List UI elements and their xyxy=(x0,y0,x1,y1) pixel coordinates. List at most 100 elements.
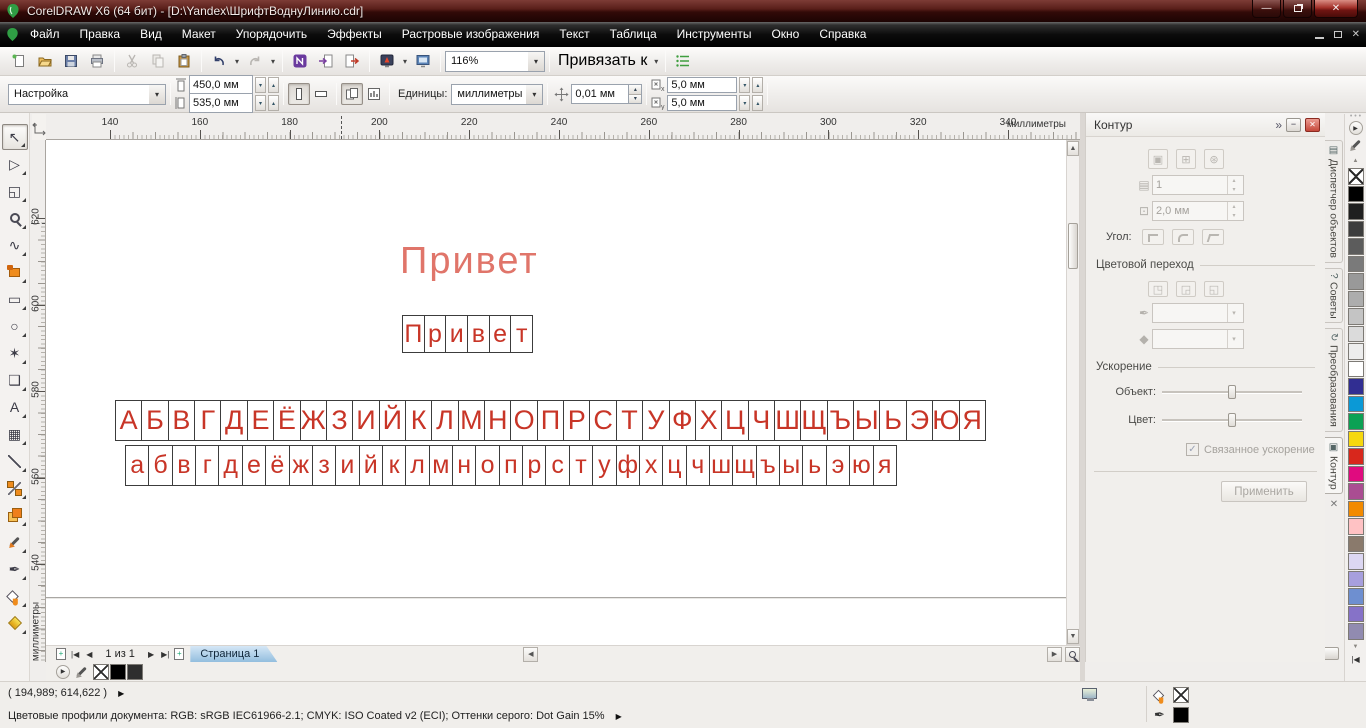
scroll-right-button[interactable]: ▶ xyxy=(1047,646,1062,662)
palette-eyedropper-icon[interactable] xyxy=(1350,139,1361,151)
letter-cell[interactable]: Е xyxy=(248,401,275,440)
slider-thumb[interactable] xyxy=(1228,413,1236,427)
fill-tool[interactable] xyxy=(2,583,28,609)
horizontal-ruler[interactable]: миллиметры 140 160 180 200 220 240 260 280 300 32… xyxy=(46,114,1082,140)
scroll-left-button[interactable]: ◀ xyxy=(523,646,539,662)
mdi-close-icon[interactable]: ✕ xyxy=(1352,29,1360,40)
color-swatch[interactable] xyxy=(1347,518,1364,535)
options-button[interactable] xyxy=(670,49,696,73)
palette-scroll-up-button[interactable]: ▲ xyxy=(1348,155,1364,166)
drawing-canvas[interactable]: Привет Привет АБВГДЕЁЖЗИЙКЛМНОПРСТУФХЦЧШ… xyxy=(46,140,1066,645)
letter-cell[interactable]: ф xyxy=(617,446,640,485)
letter-cell[interactable]: О xyxy=(511,401,538,440)
portrait-button[interactable] xyxy=(288,83,310,105)
letter-cell[interactable]: Ё xyxy=(274,401,301,440)
color-swatch[interactable] xyxy=(1347,238,1364,255)
crop-tool[interactable]: ◱ xyxy=(2,178,28,204)
letter-cell[interactable]: в xyxy=(468,316,490,352)
color-swatch[interactable] xyxy=(1347,325,1364,342)
letter-cell[interactable]: к xyxy=(383,446,407,485)
dup-x-up-icon[interactable]: ▴ xyxy=(752,77,764,93)
letter-cell[interactable]: Б xyxy=(142,401,169,440)
ruler-origin-corner[interactable] xyxy=(32,114,46,140)
color-swatch[interactable] xyxy=(1347,570,1364,587)
contour-inside-button[interactable]: ⊞ xyxy=(1176,149,1196,169)
previous-page-button[interactable]: ◀ xyxy=(84,650,94,659)
basic-shapes-tool[interactable]: ❑ xyxy=(2,367,28,393)
vertical-scroll-thumb[interactable] xyxy=(1068,223,1078,269)
letter-cell[interactable]: Щ xyxy=(801,401,828,440)
docker-close-button[interactable]: ✕ xyxy=(1305,117,1320,132)
letter-cell[interactable]: В xyxy=(169,401,196,440)
clockwise-blend-button[interactable]: ◲ xyxy=(1176,281,1196,297)
letter-cell[interactable]: Я xyxy=(960,401,985,440)
color-swatch[interactable] xyxy=(1347,343,1364,360)
palette-expand-button[interactable]: |◀ xyxy=(1351,655,1359,664)
ellipse-tool[interactable]: ○ xyxy=(2,313,28,339)
polygon-tool[interactable]: ✶ xyxy=(2,340,28,366)
letter-cell[interactable]: Д xyxy=(221,401,248,440)
letter-cell[interactable]: е xyxy=(490,316,512,352)
letter-cell[interactable]: й xyxy=(360,446,383,485)
preset-dropdown-icon[interactable]: ▾ xyxy=(149,84,165,104)
color-swatch[interactable] xyxy=(1347,273,1364,290)
vertical-scrollbar[interactable]: ▲ ▼ xyxy=(1066,140,1080,645)
cut-button[interactable] xyxy=(119,49,145,73)
pick-tool[interactable]: ↖ xyxy=(1,124,28,150)
letter-cell[interactable]: ю xyxy=(850,446,874,485)
page-height-up-icon[interactable]: ▴ xyxy=(268,95,279,111)
freehand-tool[interactable]: ∿ xyxy=(2,232,28,258)
color-swatch[interactable] xyxy=(1347,395,1364,412)
contour-steps-field[interactable]: 1 ▴ ▾ xyxy=(1152,175,1244,195)
letter-cell[interactable]: х xyxy=(640,446,664,485)
letter-cell[interactable]: о xyxy=(476,446,500,485)
docker-tab-transformations[interactable]: ↻ Преобразования xyxy=(1325,328,1343,432)
color-swatch[interactable] xyxy=(1347,535,1364,552)
all-pages-button[interactable] xyxy=(341,83,363,105)
color-swatch[interactable] xyxy=(1347,413,1364,430)
smart-fill-tool[interactable] xyxy=(2,259,28,285)
close-button[interactable]: ✕ xyxy=(1314,0,1358,18)
horizontal-scrollbar[interactable]: ◀ ▶ xyxy=(523,646,1340,663)
zoom-combo-dropdown-icon[interactable]: ▾ xyxy=(528,51,544,71)
first-page-button[interactable]: |◀ xyxy=(69,650,81,659)
letter-cell[interactable]: А xyxy=(116,401,143,440)
menu-text[interactable]: Текст xyxy=(549,22,599,47)
color-swatch[interactable] xyxy=(1347,308,1364,325)
import-button[interactable] xyxy=(313,49,339,73)
redo-button[interactable] xyxy=(242,49,268,73)
letter-cell[interactable]: д xyxy=(219,446,243,485)
bevel-corner-button[interactable] xyxy=(1201,229,1224,245)
letter-cell[interactable]: Г xyxy=(195,401,222,440)
color-swatch[interactable] xyxy=(1347,483,1364,500)
letter-cell[interactable]: П xyxy=(403,316,425,352)
restore-button[interactable] xyxy=(1283,0,1312,18)
color-swatch[interactable] xyxy=(110,663,126,680)
letter-cell[interactable]: в xyxy=(173,446,197,485)
counterclockwise-blend-button[interactable]: ◱ xyxy=(1204,281,1224,297)
dimension-tool[interactable] xyxy=(2,448,28,474)
color-swatch[interactable] xyxy=(1347,605,1364,622)
letter-cell[interactable]: Ы xyxy=(854,401,881,440)
outline-pen-tool[interactable]: ✒ xyxy=(2,556,28,582)
add-page-before-button[interactable]: + xyxy=(56,648,66,660)
letter-cell[interactable]: М xyxy=(459,401,486,440)
page-height-input[interactable] xyxy=(189,93,253,113)
new-document-button[interactable] xyxy=(6,49,32,73)
contour-outside-button[interactable]: ⊛ xyxy=(1204,149,1224,169)
color-swatch[interactable] xyxy=(1347,203,1364,220)
page-width-input[interactable] xyxy=(189,75,253,95)
snap-to-caret-icon[interactable]: ▾ xyxy=(651,57,661,66)
launcher-dropdown[interactable]: ▾ xyxy=(400,57,410,66)
page-width-up-icon[interactable]: ▴ xyxy=(268,77,279,93)
rectangle-tool[interactable]: ▭ xyxy=(2,286,28,312)
letter-cell[interactable]: ж xyxy=(290,446,313,485)
paste-button[interactable] xyxy=(171,49,197,73)
units-dropdown-icon[interactable]: ▾ xyxy=(526,84,543,104)
letter-cell[interactable]: ё xyxy=(266,446,290,485)
color-proof-icon[interactable] xyxy=(1082,688,1097,701)
text-object-hello[interactable]: Привет xyxy=(400,240,539,283)
letter-cell[interactable]: Й xyxy=(380,401,406,440)
palette-grip[interactable]: • • • xyxy=(1350,113,1361,120)
fill-status-icon[interactable] xyxy=(1152,689,1165,701)
